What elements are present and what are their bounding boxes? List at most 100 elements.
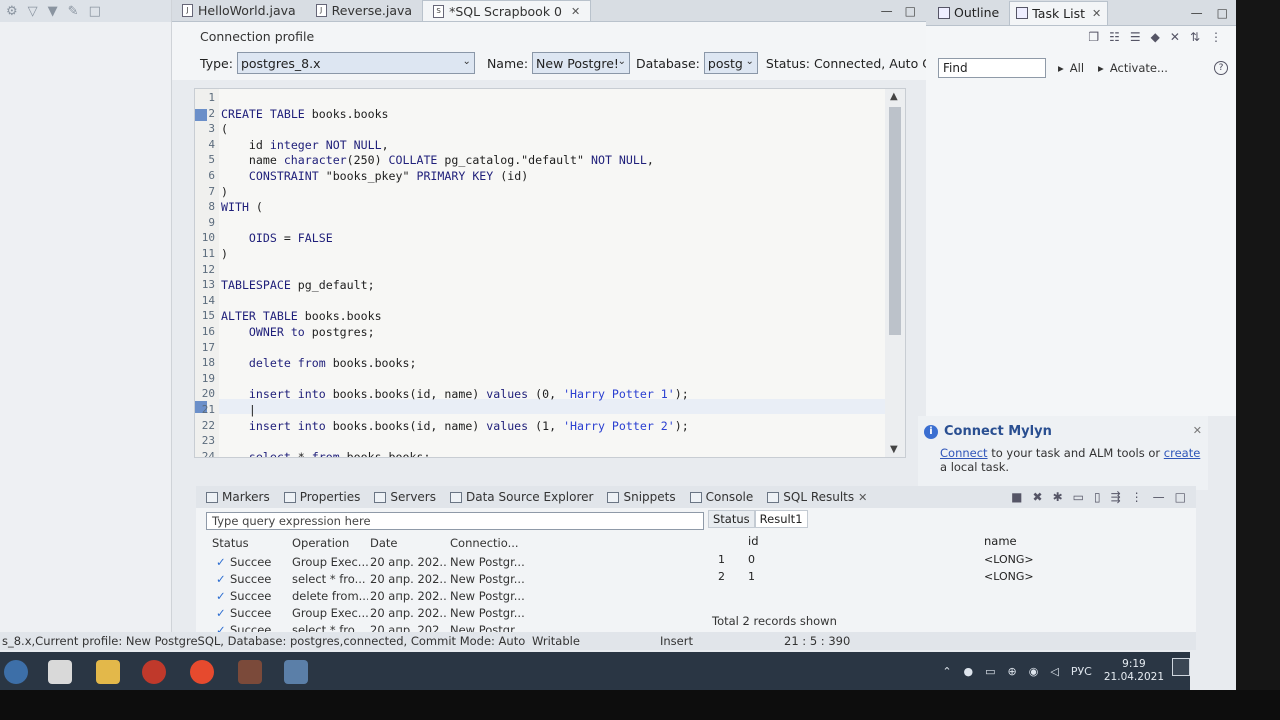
scroll-up-icon[interactable]: ▲	[890, 91, 898, 102]
tab-outline[interactable]: Outline	[932, 1, 1005, 25]
folder-icon[interactable]: ▭	[1073, 490, 1084, 504]
collapse-icon[interactable]: ✕	[1170, 30, 1180, 52]
code-line[interactable]: 2 CREATE TABLE books.books	[195, 107, 885, 123]
code-line[interactable]: 19	[195, 372, 885, 388]
microphone-icon[interactable]: ●	[964, 665, 974, 678]
column-header[interactable]: Date	[370, 536, 398, 550]
chat-icon[interactable]: ◉	[1029, 665, 1039, 678]
code-line[interactable]: 6 CONSTRAINT "books_pkey" PRIMARY KEY (i…	[195, 169, 885, 185]
maximize-icon[interactable]: □	[1175, 490, 1186, 504]
scheduled-icon[interactable]: ☰	[1130, 30, 1141, 52]
type-select[interactable]: postgres_8.x ⌄	[236, 52, 475, 74]
explorer-icon[interactable]	[96, 660, 120, 684]
history-row[interactable]: ✓ Succee select * fro... 20 апр. 202... New …	[196, 571, 696, 588]
code-line[interactable]: 7)	[195, 185, 885, 201]
table-row[interactable]: 1 0 <LONG>	[708, 552, 1196, 569]
database-select[interactable]: postg ⌄	[703, 52, 758, 74]
editor-scrollbar[interactable]: ▲ ▼	[885, 89, 905, 457]
close-icon[interactable]: ✕	[571, 5, 580, 18]
code-line[interactable]: 3(	[195, 122, 885, 138]
tab-servers[interactable]: Servers	[374, 490, 436, 504]
tab-result1[interactable]: Result1	[754, 510, 808, 528]
tab-helloworld-java[interactable]: J HelloWorld.java	[172, 0, 306, 21]
create-link[interactable]: create	[1164, 446, 1201, 460]
network-icon[interactable]: ⊕	[1008, 665, 1017, 678]
sync-icon[interactable]: ⇅	[1190, 30, 1200, 52]
column-header[interactable]: id	[748, 534, 759, 548]
column-header[interactable]: name	[984, 534, 1017, 548]
code-line[interactable]: 18 delete from books.books;	[195, 356, 885, 372]
scroll-down-icon[interactable]: ▼	[890, 444, 898, 455]
code-line[interactable]: 4 id integer NOT NULL,	[195, 138, 885, 154]
notification-icon[interactable]	[1172, 658, 1190, 676]
code-line[interactable]: 8 WITH (	[195, 200, 885, 216]
opera-icon[interactable]	[142, 660, 166, 684]
maximize-icon[interactable]: □	[1217, 6, 1228, 20]
close-icon[interactable]: ✕	[858, 491, 867, 504]
eclipse-icon[interactable]	[238, 660, 262, 684]
code-line[interactable]: 11)	[195, 247, 885, 263]
new-task-icon[interactable]: ❐	[1088, 30, 1099, 52]
history-row[interactable]: ✓ Succee Group Exec... 20 апр. 202... New Po…	[196, 605, 696, 622]
code-line[interactable]: 9	[195, 216, 885, 232]
filter-icon[interactable]: ⇶	[1111, 490, 1121, 504]
code-line[interactable]: 21 |	[195, 403, 885, 419]
code-line[interactable]: 22 insert into books.books(id, name) val…	[195, 419, 885, 435]
column-header[interactable]: Connectio...	[450, 536, 519, 550]
code-line[interactable]: 20 insert into books.books(id, name) val…	[195, 387, 885, 403]
tab-reverse-java[interactable]: J Reverse.java	[306, 0, 422, 21]
categorized-icon[interactable]: ☷	[1109, 30, 1120, 52]
chevron-up-icon[interactable]: ⌃	[942, 665, 951, 678]
activate-link[interactable]: Activate...	[1110, 61, 1168, 75]
terminate-icon[interactable]: ✱	[1053, 490, 1063, 504]
close-icon[interactable]: ✕	[1092, 7, 1101, 20]
table-row[interactable]: 2 1 <LONG>	[708, 569, 1196, 586]
find-input[interactable]: Find	[938, 58, 1046, 78]
postgres-icon[interactable]	[284, 660, 308, 684]
save-icon[interactable]: ▯	[1094, 490, 1101, 504]
history-row[interactable]: ✓ Succee delete from... 20 апр. 202... New P…	[196, 588, 696, 605]
start-icon[interactable]	[4, 660, 28, 684]
maximize-icon[interactable]: □	[905, 4, 916, 18]
minimize-icon[interactable]: —	[881, 4, 893, 18]
code-line[interactable]: 14	[195, 294, 885, 310]
column-header[interactable]: Status	[212, 536, 249, 550]
language-indicator[interactable]: РУС	[1071, 665, 1092, 678]
minimize-icon[interactable]: —	[1191, 6, 1203, 20]
query-expression-input[interactable]: Type query expression here	[206, 512, 704, 530]
tab-properties[interactable]: Properties	[283, 490, 360, 504]
code-line[interactable]: 17	[195, 341, 885, 357]
remove-icon[interactable]: ■	[1011, 490, 1022, 504]
code-line[interactable]: 1	[195, 91, 885, 107]
remove-all-icon[interactable]: ✖	[1033, 490, 1043, 504]
tab-sql-scrapbook[interactable]: S *SQL Scrapbook 0 ✕	[422, 0, 592, 21]
volume-icon[interactable]: ◁	[1050, 665, 1058, 678]
tab-data-source-explorer[interactable]: Data Source Explorer	[450, 490, 593, 504]
connect-link[interactable]: Connect	[940, 446, 988, 460]
battery-icon[interactable]: ▭	[985, 665, 995, 678]
settings-icon[interactable]: ⚙	[6, 4, 18, 19]
sql-editor[interactable]: 1 2 CREATE TABLE books.books 3(4 id integer…	[194, 88, 906, 458]
all-link[interactable]: All	[1070, 61, 1084, 75]
history-row[interactable]: ✓ Succee Group Exec... 20 апр. 202... New Po…	[196, 554, 696, 571]
tab-markers[interactable]: Markers	[206, 490, 270, 504]
scroll-thumb[interactable]	[889, 107, 901, 335]
help-icon[interactable]: ?	[1214, 61, 1228, 75]
yandex-icon[interactable]	[190, 660, 214, 684]
view-menu-icon[interactable]: ⋮	[1131, 490, 1143, 504]
code-line[interactable]: 23	[195, 434, 885, 450]
clock[interactable]: 9:19 21.04.2021	[1104, 658, 1164, 684]
name-select[interactable]: New Postgre! ⌄	[532, 52, 631, 74]
tab-status[interactable]: Status	[708, 510, 755, 528]
window-icon[interactable]: □	[89, 4, 101, 19]
code-line[interactable]: 16 OWNER to postgres;	[195, 325, 885, 341]
store-icon[interactable]	[48, 660, 72, 684]
tab-console[interactable]: Console	[689, 490, 753, 504]
tab-sql-results[interactable]: SQL Results ✕	[767, 490, 867, 504]
code-line[interactable]: 5 name character(250) COLLATE pg_catalog…	[195, 153, 885, 169]
code-line[interactable]: 15 ALTER TABLE books.books	[195, 309, 885, 325]
view-menu-icon[interactable]: ⋮	[1210, 30, 1222, 52]
close-icon[interactable]: ✕	[1193, 424, 1202, 437]
edit-icon[interactable]: ✎	[68, 4, 79, 19]
column-header[interactable]: Operation	[292, 536, 349, 550]
